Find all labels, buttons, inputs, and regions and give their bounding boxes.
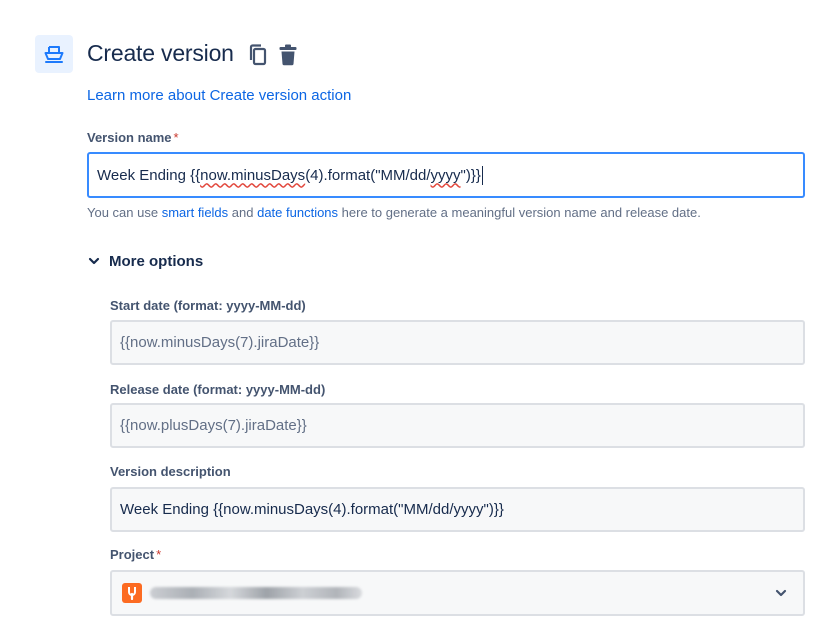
- spellcheck-word: yyyy: [430, 166, 461, 184]
- version-name-input[interactable]: Week Ending {{now.minusDays (4).format("M…: [87, 152, 805, 198]
- title-toolbar: [247, 43, 299, 67]
- create-version-panel: Create version Learn more about Create v…: [0, 0, 829, 641]
- project-label: Project *: [110, 547, 161, 562]
- start-date-input[interactable]: {{now.minusDays(7).jiraDate}}: [110, 320, 805, 365]
- helper-prefix: You can use: [87, 205, 162, 220]
- release-date-input[interactable]: {{now.plusDays(7).jiraDate}}: [110, 403, 805, 448]
- project-select[interactable]: [110, 570, 805, 616]
- ship-icon: [35, 35, 73, 73]
- more-options-label: More options: [109, 252, 204, 270]
- required-mark: *: [173, 130, 179, 145]
- more-options-toggle[interactable]: More options: [87, 250, 203, 272]
- version-description-input[interactable]: Week Ending {{now.minusDays(4).format("M…: [110, 487, 805, 532]
- start-date-value: {{now.minusDays(7).jiraDate}}: [120, 334, 320, 351]
- smart-fields-link[interactable]: smart fields: [162, 205, 228, 220]
- start-date-label: Start date (format: yyyy-MM-dd): [110, 298, 306, 313]
- version-name-label-text: Version name: [87, 130, 172, 145]
- version-description-label: Version description: [110, 464, 231, 479]
- helper-suffix: here to generate a meaningful version na…: [338, 205, 701, 220]
- text-caret: [481, 165, 483, 185]
- version-description-value: Week Ending {{now.minusDays(4).format("M…: [120, 501, 504, 518]
- project-avatar-icon: [122, 583, 142, 603]
- chevron-down-icon: [88, 257, 100, 265]
- version-name-prefix: Week Ending {{: [97, 166, 201, 184]
- version-name-helper: You can use smart fields and date functi…: [87, 205, 701, 220]
- copy-icon[interactable]: [247, 43, 269, 67]
- version-name-middle: (4).format("MM/dd/: [305, 166, 431, 184]
- chevron-down-icon[interactable]: [773, 585, 789, 601]
- learn-more-link[interactable]: Learn more about Create version action: [87, 87, 351, 104]
- release-date-label: Release date (format: yyyy-MM-dd): [110, 382, 326, 397]
- project-label-text: Project: [110, 547, 155, 562]
- redacted-project-name: [150, 587, 362, 599]
- trash-icon[interactable]: [277, 43, 299, 67]
- release-date-value: {{now.plusDays(7).jiraDate}}: [120, 417, 307, 434]
- version-name-suffix: ")}}: [460, 166, 481, 184]
- helper-and: and: [228, 205, 258, 220]
- version-name-label: Version name *: [87, 130, 179, 145]
- date-functions-link[interactable]: date functions: [257, 205, 338, 220]
- spellcheck-word: now.minusDays: [200, 166, 306, 184]
- required-mark: *: [156, 547, 162, 562]
- page-title: Create version: [87, 40, 234, 66]
